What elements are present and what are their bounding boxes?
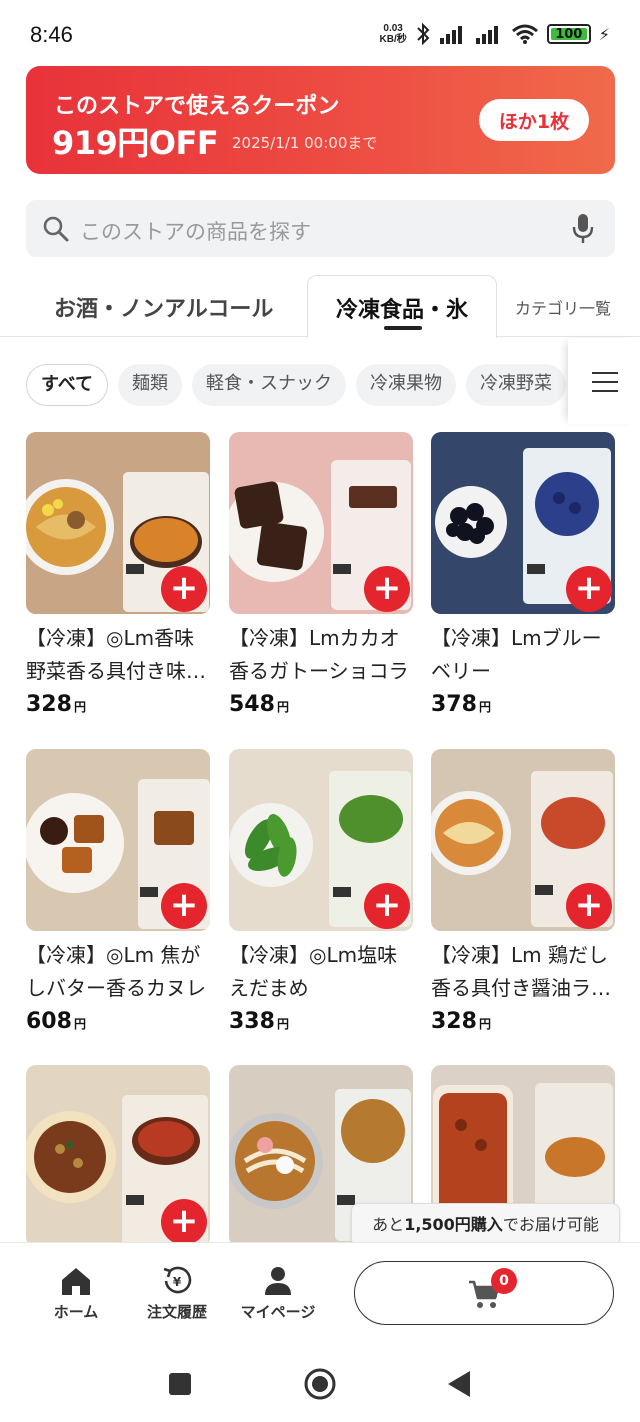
product-price: 328 円 (431, 1009, 491, 1034)
home-icon (62, 1268, 90, 1295)
cart-button[interactable]: 0 (354, 1261, 614, 1325)
chip-menu-button[interactable] (568, 338, 640, 424)
product-card[interactable]: + 【冷凍】◎Lm香味野菜香る具付き味噌ラーメン 328円 (26, 432, 210, 717)
status-time: 8:46 (30, 22, 73, 47)
nav-order-history[interactable]: ¥ 注文履歴 (127, 1265, 227, 1322)
add-to-cart-button[interactable]: + (161, 883, 207, 929)
product-image: + (26, 749, 210, 931)
product-image: + (431, 749, 615, 931)
nav-order-history-label: 注文履歴 (146, 1303, 207, 1321)
add-to-cart-button[interactable]: + (161, 1199, 207, 1242)
product-card[interactable]: + 【冷凍】◎Lm 焦がしバター香るカヌレ 608 円 (26, 749, 210, 1034)
product-name: 【冷凍】Lmブルーベリー (431, 626, 602, 683)
product-card[interactable]: + 【冷凍】Lm 鶏だし香る具付き醤油ラーメン 328円 (431, 749, 615, 1034)
more-coupons-button[interactable]: ほか1枚 (479, 99, 589, 141)
home-button-icon[interactable] (303, 1367, 337, 1401)
add-to-cart-button[interactable]: + (161, 566, 207, 612)
network-speed-value: 0.03 (383, 23, 403, 34)
product-card[interactable]: + 【冷凍】Lmブルーベリー 378 円 (431, 432, 615, 717)
add-to-cart-button[interactable]: + (566, 883, 612, 929)
product-card[interactable]: + 【冷凍】Lmカカオ香るガトーショコラ 548 円 (229, 432, 413, 717)
nav-my-page-label: マイページ (240, 1303, 316, 1321)
battery-level: 100 (555, 26, 583, 42)
product-card[interactable]: + 【冷凍】◎Lm塩味えだまめ 338 円 (229, 749, 413, 1034)
product-name: 【冷凍】◎Lm 焦がしバター香るカヌレ (26, 943, 206, 1000)
chip-frozen-fruit[interactable]: 冷凍果物 (356, 364, 457, 406)
tab-frozen-food[interactable]: 冷凍食品・氷 (307, 275, 497, 338)
svg-text:¥: ¥ (173, 1275, 182, 1289)
search-input[interactable]: このストアの商品を探す (80, 216, 311, 246)
chip-frozen-vegetables[interactable]: 冷凍野菜 (466, 364, 567, 406)
free-delivery-tooltip: あと1,500円購入でお届け可能 (351, 1203, 620, 1257)
category-tabs: お酒・ノンアルコール 冷凍食品・氷 カテゴリ一覧 (0, 275, 640, 338)
product-price: 608 円 (26, 1009, 86, 1034)
active-tab-indicator (384, 326, 422, 330)
search-icon (43, 216, 69, 242)
product-price: 338 円 (229, 1009, 289, 1034)
wifi-icon (511, 24, 538, 44)
status-icons: 0.03 KB/秒 100 ⚡ (380, 22, 610, 46)
menu-icon (592, 372, 618, 399)
add-to-cart-button[interactable]: + (364, 566, 410, 612)
tab-category-list[interactable]: カテゴリ一覧 (515, 295, 611, 319)
coupon-banner[interactable]: このストアで使えるクーポン 919円OFF 2025/1/1 00:00まで ほ… (26, 66, 615, 174)
product-name: 【冷凍】Lm 鶏だし香る具付き醤油ラーメン (431, 943, 611, 1000)
microphone-icon[interactable] (571, 212, 595, 246)
product-price: 548 円 (229, 692, 289, 717)
product-name: 【冷凍】Lmカカオ香るガトーショコラ (229, 626, 409, 683)
coupon-amount: 919円OFF (52, 124, 219, 162)
subcategory-chips: すべて 麺類 軽食・スナック 冷凍果物 冷凍野菜 (26, 364, 570, 408)
chip-noodles[interactable]: 麺類 (118, 364, 183, 406)
system-navigation-bar (0, 1346, 640, 1422)
cart-count-badge: 0 (491, 1268, 517, 1294)
order-history-icon: ¥ (163, 1266, 192, 1294)
product-name: 【冷凍】◎Lm香味野菜香る具付き味噌ラーメン (26, 626, 206, 683)
signal-icon-2 (475, 26, 498, 44)
product-image: + (431, 432, 615, 614)
product-image: + (26, 432, 210, 614)
signal-icon (439, 26, 462, 44)
search-bar[interactable]: このストアの商品を探す (26, 200, 615, 257)
recents-icon[interactable] (168, 1372, 192, 1396)
status-bar: 8:46 0.03 KB/秒 100 ⚡ (0, 0, 640, 60)
bluetooth-icon (417, 22, 430, 46)
product-price: 328 円 (26, 692, 86, 717)
user-icon (265, 1267, 291, 1295)
coupon-title: このストアで使えるクーポン (54, 94, 340, 119)
product-image: + (229, 749, 413, 931)
coupon-expiry: 2025/1/1 00:00まで (232, 134, 378, 152)
bottom-navigation: ホーム ¥ 注文履歴 マイページ 0 (0, 1242, 640, 1346)
product-price: 378 円 (431, 692, 491, 717)
battery-icon: 100 (546, 24, 591, 44)
tab-alcohol[interactable]: お酒・ノンアルコール (54, 291, 273, 323)
product-grid: + 【冷凍】◎Lm香味野菜香る具付き味噌ラーメン 328円 + 【冷凍】Lmカカ… (26, 432, 616, 1242)
charging-icon: ⚡ (598, 24, 610, 44)
add-to-cart-button[interactable]: + (566, 566, 612, 612)
product-name: 【冷凍】◎Lm塩味えだまめ (229, 943, 398, 1000)
back-icon[interactable] (446, 1370, 472, 1398)
tab-frozen-food-label: 冷凍食品・氷 (335, 298, 468, 323)
nav-my-page[interactable]: マイページ (228, 1265, 328, 1322)
product-image: + (26, 1065, 210, 1242)
chip-snacks[interactable]: 軽食・スナック (192, 364, 347, 406)
nav-home[interactable]: ホーム (26, 1265, 126, 1322)
network-speed-unit: KB/秒 (379, 34, 407, 45)
network-speed: 0.03 KB/秒 (380, 23, 407, 45)
product-image: + (229, 432, 413, 614)
chip-all[interactable]: すべて (26, 364, 109, 406)
product-card[interactable]: + (26, 1065, 210, 1242)
add-to-cart-button[interactable]: + (364, 883, 410, 929)
nav-home-label: ホーム (53, 1303, 99, 1321)
